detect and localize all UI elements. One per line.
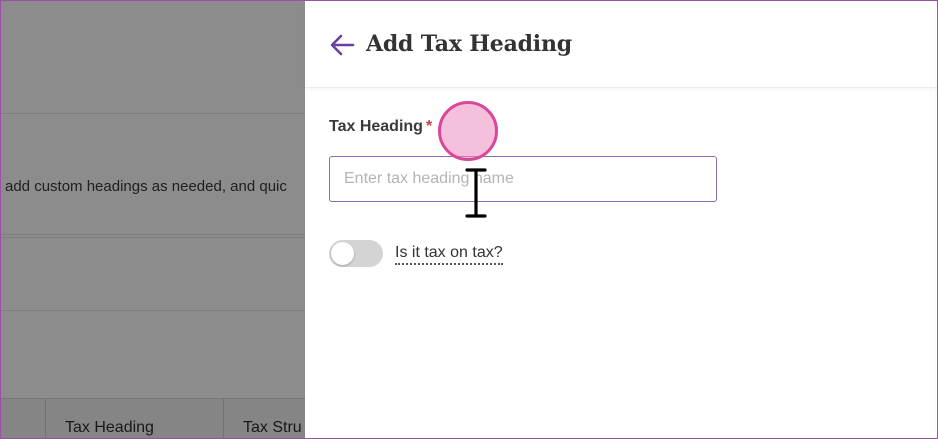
arrow-left-icon[interactable] [329,33,355,57]
tax-heading-label-text: Tax Heading [329,118,423,135]
tax-on-tax-label[interactable]: Is it tax on tax? [395,244,503,265]
toggle-knob [331,242,354,265]
app-frame: add custom headings as needed, and quic … [0,0,938,439]
text-cursor-icon [465,168,487,218]
tax-heading-label: Tax Heading * [329,118,432,136]
add-tax-heading-drawer: Add Tax Heading Tax Heading* Is it tax o… [305,1,937,438]
drawer-title: Add Tax Heading [366,31,572,57]
tax-on-tax-toggle[interactable] [329,240,383,267]
click-indicator [438,101,498,161]
tax-heading-input[interactable] [329,156,717,202]
drawer-header: Add Tax Heading [305,1,937,88]
required-marker: * [425,118,433,135]
